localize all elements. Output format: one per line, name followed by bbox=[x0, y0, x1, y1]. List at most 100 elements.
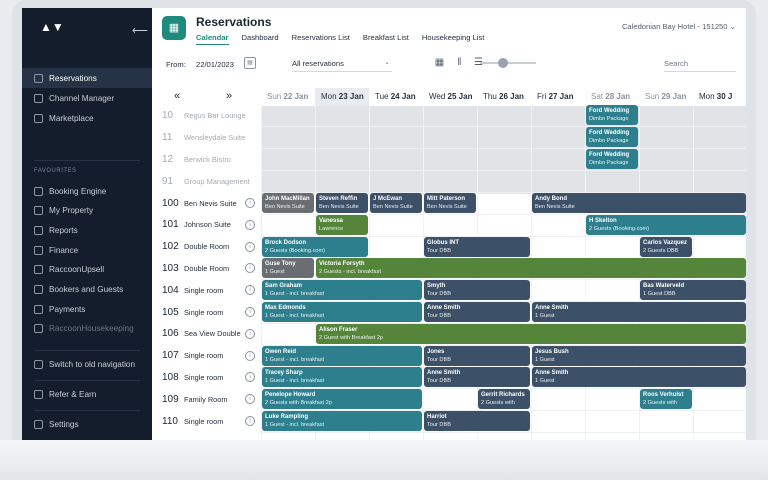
reservation-filter-select[interactable]: All reservations ⌄ bbox=[292, 54, 392, 72]
booking-detail: 2 Guests (Booking.com) bbox=[589, 225, 650, 232]
booking-block[interactable]: Carlos Vazquez 2 Guests DBB bbox=[640, 236, 692, 257]
booking-block[interactable]: J McEwan Ben Nevis Suite bbox=[370, 193, 422, 213]
booking-block[interactable]: H Skelton 2 Guests (Booking.com) bbox=[586, 214, 746, 235]
booking-block[interactable]: Anne Smith 1 Guest bbox=[532, 302, 746, 322]
room-info-icon[interactable]: i bbox=[245, 219, 255, 230]
calendar-picker-icon[interactable]: ▦ bbox=[244, 57, 256, 69]
booking-block[interactable]: Alison Fraser 2 Guest with Breakfast 2p bbox=[316, 323, 746, 344]
room-info-icon[interactable]: i bbox=[245, 416, 255, 426]
booking-block[interactable]: Bas Waterveld 1 Guest DBB bbox=[640, 280, 746, 301]
booking-block[interactable]: Anne Smith 1 Guest bbox=[532, 367, 746, 388]
booking-block[interactable]: Brock Dodson 2 Guests (Booking.com) bbox=[262, 236, 368, 257]
booking-block[interactable]: Tracey Sharp 1 Guest - incl. breakfast bbox=[262, 367, 422, 388]
day-number: 23 Jan bbox=[338, 92, 364, 101]
booking-block[interactable]: Anne Smith Tour DBB bbox=[424, 367, 530, 388]
booking-block[interactable]: Gerrit Richards 2 Guests with bbox=[478, 389, 530, 410]
row-divider bbox=[261, 170, 746, 171]
booking-block[interactable]: Smyth Tour DBB bbox=[424, 280, 530, 301]
tab-breakfast-list[interactable]: Breakfast List bbox=[363, 33, 409, 45]
guest-name: Mitt Paterson bbox=[427, 196, 466, 202]
tab-housekeeping-list[interactable]: Housekeeping List bbox=[422, 33, 484, 45]
guest-name: Anne Smith bbox=[535, 370, 569, 377]
grid-view-icon[interactable]: ▦ bbox=[434, 57, 445, 68]
sidebar-item-channel-manager[interactable]: Channel Manager bbox=[22, 88, 152, 108]
tab-dashboard[interactable]: Dashboard bbox=[242, 33, 279, 45]
booking-block[interactable]: Vanessa Lawrence bbox=[316, 214, 368, 235]
booking-block[interactable]: Ford Wedding Dimbo Package bbox=[586, 105, 638, 125]
tab-reservations-list[interactable]: Reservations List bbox=[292, 33, 350, 45]
booking-block[interactable]: Guse Tony 1 Guest bbox=[262, 258, 314, 279]
hotel-selector[interactable]: Caledonian Bay Hotel - 151250 ⌄ bbox=[622, 22, 736, 31]
date-column-header[interactable]: Mon 23 Jan bbox=[315, 88, 369, 106]
room-number: 100 bbox=[162, 197, 179, 209]
booking-block[interactable]: Victoria Forsyth 2 Guests - incl. breakfa… bbox=[316, 258, 746, 279]
sidebar-item-marketplace[interactable]: Marketplace bbox=[22, 108, 152, 128]
booking-block[interactable]: Max Edmonds 1 Guest - incl. breakfast bbox=[262, 302, 422, 322]
date-column-header[interactable]: Thu 26 Jan bbox=[477, 88, 531, 106]
day-number: 29 Jan bbox=[661, 92, 687, 101]
sidebar-item-payments[interactable]: Payments bbox=[22, 299, 152, 319]
collapse-arrow-icon[interactable]: ⟵ bbox=[132, 24, 148, 37]
room-info-icon[interactable]: i bbox=[245, 198, 255, 208]
booking-block[interactable]: Andy Bond Ben Nevis Suite bbox=[532, 193, 746, 213]
sidebar-item-reports[interactable]: Reports bbox=[22, 220, 152, 240]
date-column-header[interactable]: Wed 25 Jan bbox=[423, 88, 477, 106]
booking-block[interactable]: Jones Tour DBB bbox=[424, 345, 530, 366]
from-date-input[interactable]: 22/01/2023 bbox=[196, 60, 234, 69]
sidebar-divider bbox=[34, 160, 140, 161]
settings-link[interactable]: Settings bbox=[22, 414, 152, 434]
sidebar-item-label: Bookers and Guests bbox=[49, 285, 124, 294]
date-column-header[interactable]: Sat 28 Jan bbox=[585, 88, 639, 106]
tab-calendar[interactable]: Calendar bbox=[196, 33, 229, 45]
day-number: 22 Jan bbox=[283, 92, 309, 101]
raccoon-logo-icon[interactable]: ▲▼ bbox=[40, 20, 64, 34]
search-input[interactable]: Search bbox=[664, 54, 736, 72]
booking-block[interactable]: Mitt Paterson Ben Nevis Suite bbox=[424, 193, 476, 213]
room-info-icon[interactable]: i bbox=[245, 350, 255, 361]
date-column-header[interactable]: Sun 22 Jan bbox=[261, 88, 315, 106]
column-view-icon[interactable]: ‖ bbox=[454, 57, 465, 68]
zoom-slider-handle[interactable] bbox=[498, 58, 508, 68]
sidebar-item-raccoonupsell[interactable]: RaccoonUpsell bbox=[22, 260, 152, 280]
sidebar-item-finance[interactable]: Finance bbox=[22, 240, 152, 260]
booking-block[interactable]: Ford Wedding Dimbo Package bbox=[586, 127, 638, 147]
room-info-icon[interactable]: i bbox=[245, 307, 255, 317]
date-column-header[interactable]: Fri 27 Jan bbox=[531, 88, 585, 106]
guest-name: Anne Smith bbox=[535, 305, 569, 311]
room-info-icon[interactable]: i bbox=[245, 241, 255, 252]
booking-block[interactable]: Jesus Bush 1 Guest bbox=[532, 345, 746, 366]
booking-block[interactable]: Globus INT Tour DBB bbox=[424, 236, 530, 257]
booking-block[interactable]: Steven Reffin Ben Nevis Suite bbox=[316, 193, 368, 213]
booking-block[interactable]: Harriot Tour DBB bbox=[424, 411, 530, 431]
guest-name: Bas Waterveld bbox=[643, 283, 685, 290]
booking-detail: Dimbo Package bbox=[589, 116, 629, 122]
booking-block[interactable]: Ford Wedding Dimbo Package bbox=[586, 149, 638, 169]
next-week-icon[interactable]: » bbox=[226, 90, 232, 102]
booking-block[interactable]: Owen Reid 1 Guest - incl. breakfast bbox=[262, 345, 422, 366]
sidebar-item-booking-engine[interactable]: Booking Engine bbox=[22, 181, 152, 201]
booking-block[interactable]: Roos Verhulst 2 Guests with bbox=[640, 389, 692, 410]
refer-earn-link[interactable]: Refer & Earn bbox=[22, 384, 152, 404]
booking-block[interactable]: Luke Rampling 1 Guest - incl. breakfast bbox=[262, 411, 422, 431]
date-column-header[interactable]: Mon 30 J bbox=[693, 88, 746, 106]
booking-block[interactable]: Penelope Howard 2 Guests with Breakfast 2… bbox=[262, 389, 422, 410]
page-title: Reservations bbox=[196, 15, 272, 29]
sidebar-item-raccoonhousekeeping[interactable]: RaccoonHousekeeping bbox=[22, 319, 152, 339]
nav-icon bbox=[34, 304, 43, 314]
guest-name: Ford Wedding bbox=[589, 152, 630, 158]
booking-block[interactable]: Anne Smith Tour DBB bbox=[424, 302, 530, 322]
room-name: Ben Nevis Suite bbox=[184, 198, 237, 208]
switch-navigation-link[interactable]: Switch to old navigation bbox=[22, 354, 152, 374]
room-info-icon[interactable]: i bbox=[245, 328, 255, 339]
booking-block[interactable]: John MacMillan Ben Nevis Suite bbox=[262, 193, 314, 213]
booking-block[interactable]: Sam Graham 1 Guest - incl. breakfast bbox=[262, 280, 422, 301]
room-name: Family Room bbox=[184, 394, 228, 404]
date-column-header[interactable]: Tue 24 Jan bbox=[369, 88, 423, 106]
previous-week-icon[interactable]: « bbox=[174, 90, 180, 102]
sidebar-item-bookers-and-guests[interactable]: Bookers and Guests bbox=[22, 280, 152, 300]
sidebar-item-reservations[interactable]: Reservations bbox=[22, 68, 152, 88]
zoom-slider-track[interactable] bbox=[480, 62, 536, 64]
booking-detail: 1 Guest - incl. breakfast bbox=[265, 356, 325, 363]
sidebar-item-my-property[interactable]: My Property bbox=[22, 201, 152, 221]
date-column-header[interactable]: Sun 29 Jan bbox=[639, 88, 693, 106]
